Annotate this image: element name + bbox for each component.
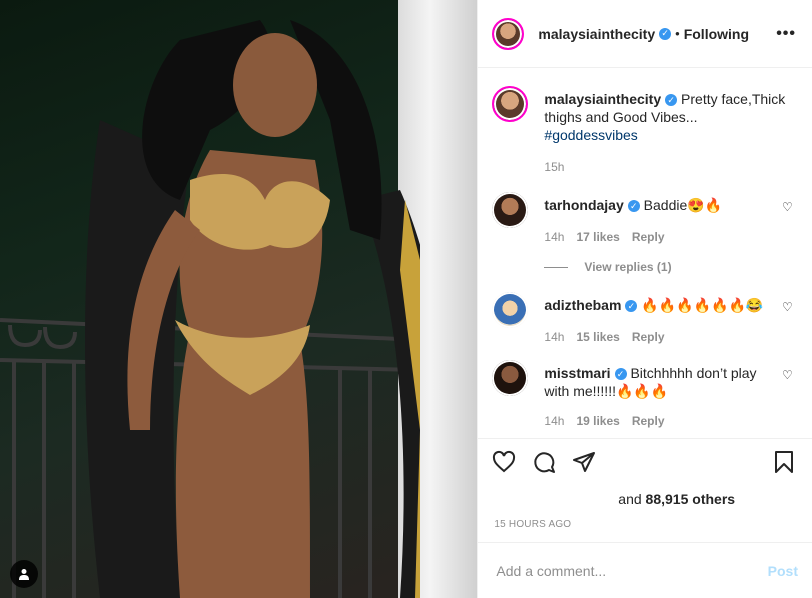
- post-timestamp[interactable]: 15 HOURS AGO: [492, 519, 796, 530]
- verified-icon: ✓: [627, 200, 640, 213]
- post-sidebar: malaysiainthecity ✓ • Following ••• mala…: [477, 0, 812, 598]
- verified-icon: ✓: [614, 368, 627, 381]
- commenter-avatar[interactable]: [492, 292, 529, 328]
- post-photo[interactable]: [0, 0, 478, 598]
- comment-input[interactable]: [494, 561, 768, 580]
- verified-icon: ✓: [659, 27, 672, 40]
- comment-form: Post: [478, 542, 812, 598]
- caption-username[interactable]: malaysiainthecity: [544, 91, 661, 107]
- author-avatar[interactable]: [492, 17, 525, 50]
- following-button[interactable]: Following: [684, 26, 749, 42]
- comment-likes[interactable]: 15 likes: [576, 330, 619, 344]
- likes-suffix[interactable]: others: [692, 491, 735, 507]
- user-tag-icon: [19, 569, 29, 580]
- commenter-avatar[interactable]: [492, 360, 529, 396]
- verified-icon: ✓: [665, 94, 678, 107]
- more-options-icon[interactable]: •••: [776, 25, 796, 43]
- comment-username[interactable]: misstmari: [544, 365, 610, 381]
- comment-item: misstmari ✓ Bitchhhhh don’t play with me!…: [492, 360, 796, 430]
- reply-button[interactable]: Reply: [632, 330, 665, 344]
- comment-username[interactable]: adizthebam: [544, 297, 621, 313]
- likes-count[interactable]: 88,915: [646, 491, 689, 507]
- comment-icon[interactable]: [532, 450, 556, 481]
- action-bar: and 88,915 others 15 HOURS AGO: [478, 438, 812, 530]
- view-replies-button[interactable]: View replies (1): [544, 260, 796, 274]
- model-figure: [85, 20, 420, 598]
- heart-icon[interactable]: [492, 450, 516, 481]
- verified-icon: ✓: [625, 300, 638, 313]
- post-comment-button[interactable]: Post: [768, 563, 798, 579]
- reply-button[interactable]: Reply: [632, 414, 665, 428]
- post-modal: malaysiainthecity ✓ • Following ••• mala…: [0, 0, 812, 598]
- likes-summary[interactable]: and 88,915 others: [492, 491, 796, 507]
- comment-like-icon[interactable]: ♡: [782, 368, 796, 382]
- comment-item: tarhondajay ✓ Baddie😍🔥 14h 17 likes Reply ♡: [492, 192, 796, 246]
- author-username[interactable]: malaysiainthecity: [538, 26, 655, 42]
- separator-dot: •: [675, 26, 680, 41]
- bookmark-icon[interactable]: [772, 450, 796, 481]
- caption-hashtag[interactable]: #goddessvibes: [544, 127, 637, 143]
- comment-time[interactable]: 14h: [544, 414, 564, 428]
- replies-divider: [544, 266, 569, 268]
- reply-button[interactable]: Reply: [632, 230, 665, 244]
- comment-time[interactable]: 14h: [544, 230, 564, 244]
- action-icons: [492, 449, 796, 481]
- view-replies-label: View replies (1): [584, 260, 672, 274]
- likes-prefix: and: [618, 491, 642, 507]
- comments-list[interactable]: malaysiainthecity ✓ Pretty face,Thick thi…: [478, 68, 812, 438]
- comment-like-icon[interactable]: ♡: [782, 200, 796, 214]
- caption-time[interactable]: 15h: [544, 160, 564, 174]
- comment-text: Baddie😍🔥: [643, 197, 723, 213]
- comment-item: adizthebam ✓ 🔥🔥🔥🔥🔥🔥😂 14h 15 likes Reply ♡: [492, 292, 796, 346]
- comment-text: 🔥🔥🔥🔥🔥🔥😂: [641, 297, 764, 313]
- comment-like-icon[interactable]: ♡: [782, 300, 796, 314]
- comment-likes[interactable]: 19 likes: [576, 414, 619, 428]
- comment-username[interactable]: tarhondajay: [544, 197, 623, 213]
- post-header: malaysiainthecity ✓ • Following •••: [478, 0, 812, 68]
- commenter-avatar[interactable]: [492, 192, 529, 228]
- user-tag-button[interactable]: [10, 560, 38, 588]
- caption-avatar[interactable]: [492, 86, 529, 122]
- share-icon[interactable]: [572, 450, 596, 481]
- comment-time[interactable]: 14h: [544, 330, 564, 344]
- caption: malaysiainthecity ✓ Pretty face,Thick thi…: [492, 86, 796, 176]
- comment-likes[interactable]: 17 likes: [576, 230, 619, 244]
